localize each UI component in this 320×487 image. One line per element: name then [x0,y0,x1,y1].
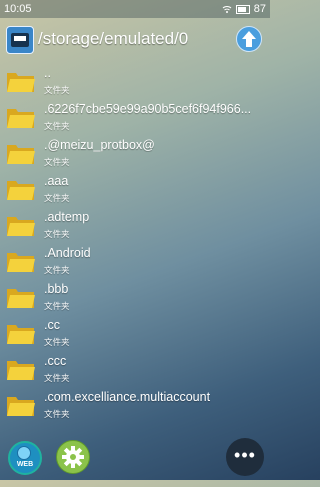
file-type: 文件夹 [44,301,70,311]
file-type: 文件夹 [44,121,70,131]
folder-icon [6,176,36,202]
file-type: 文件夹 [44,229,70,239]
file-type: 文件夹 [44,85,70,95]
current-path: /storage/emulated/0 [38,29,189,48]
file-name: .ccc [44,354,67,368]
arrow-up-icon [242,31,256,47]
file-name: .@meizu_protbox@ [44,138,155,152]
status-icons: 87 [222,0,266,18]
file-row[interactable]: .bbb 文件夹 [0,280,270,316]
file-type: 文件夹 [44,337,70,347]
wifi-icon [222,4,232,14]
file-row[interactable]: .@meizu_protbox@ 文件夹 [0,136,270,172]
file-type: 文件夹 [44,373,70,383]
file-type: 文件夹 [44,409,70,419]
file-row[interactable]: .adtemp 文件夹 [0,208,270,244]
file-name: .adtemp [44,210,90,224]
file-type: 文件夹 [44,265,70,275]
app-logo-icon[interactable] [6,26,34,54]
folder-icon [6,68,36,94]
file-row[interactable]: .aaa 文件夹 [0,172,270,208]
file-row[interactable]: .ccc 文件夹 [0,352,270,388]
file-row[interactable]: .Android 文件夹 [0,244,270,280]
folder-icon [6,248,36,274]
folder-icon [6,320,36,346]
file-row[interactable]: .com.excelliance.multiaccount 文件夹 [0,388,270,424]
folder-icon [6,356,36,382]
file-name: .6226f7cbe59e99a90b5cef6f94f966... [44,102,252,116]
status-bar: 10:05 87 [0,0,270,18]
file-name: .cc [44,318,60,332]
file-name: .bbb [44,282,69,296]
folder-icon [6,140,36,166]
file-name: .aaa [44,174,69,188]
globe-icon [17,446,31,460]
web-label: WEB [16,461,34,468]
gear-icon [62,446,84,468]
file-row[interactable]: .6226f7cbe59e99a90b5cef6f94f966... 文件夹 [0,100,270,136]
battery-level: 87 [253,3,266,15]
file-list: .. 文件夹 .6226f7cbe59e99a90b5cef6f94f966... 文… [0,62,270,427]
bottom-toolbar: WEB ••• [0,434,270,480]
file-type: 文件夹 [44,157,70,167]
status-time: 10:05 [4,3,32,15]
file-name: .com.excelliance.multiaccount [44,390,211,404]
up-directory-button[interactable] [236,26,262,52]
settings-button[interactable] [56,440,90,474]
file-name: .. [44,66,51,80]
file-type: 文件夹 [44,193,70,203]
web-button[interactable]: WEB [8,441,42,475]
battery-icon [235,4,250,14]
folder-icon [6,212,36,238]
file-row[interactable]: .. 文件夹 [0,64,270,100]
more-options-button[interactable]: ••• [226,438,264,476]
folder-icon [6,104,36,130]
app-header: /storage/emulated/0 [0,18,270,62]
folder-icon [6,392,36,418]
file-row[interactable]: .cc 文件夹 [0,316,270,352]
file-name: .Android [44,246,91,260]
folder-icon [6,284,36,310]
